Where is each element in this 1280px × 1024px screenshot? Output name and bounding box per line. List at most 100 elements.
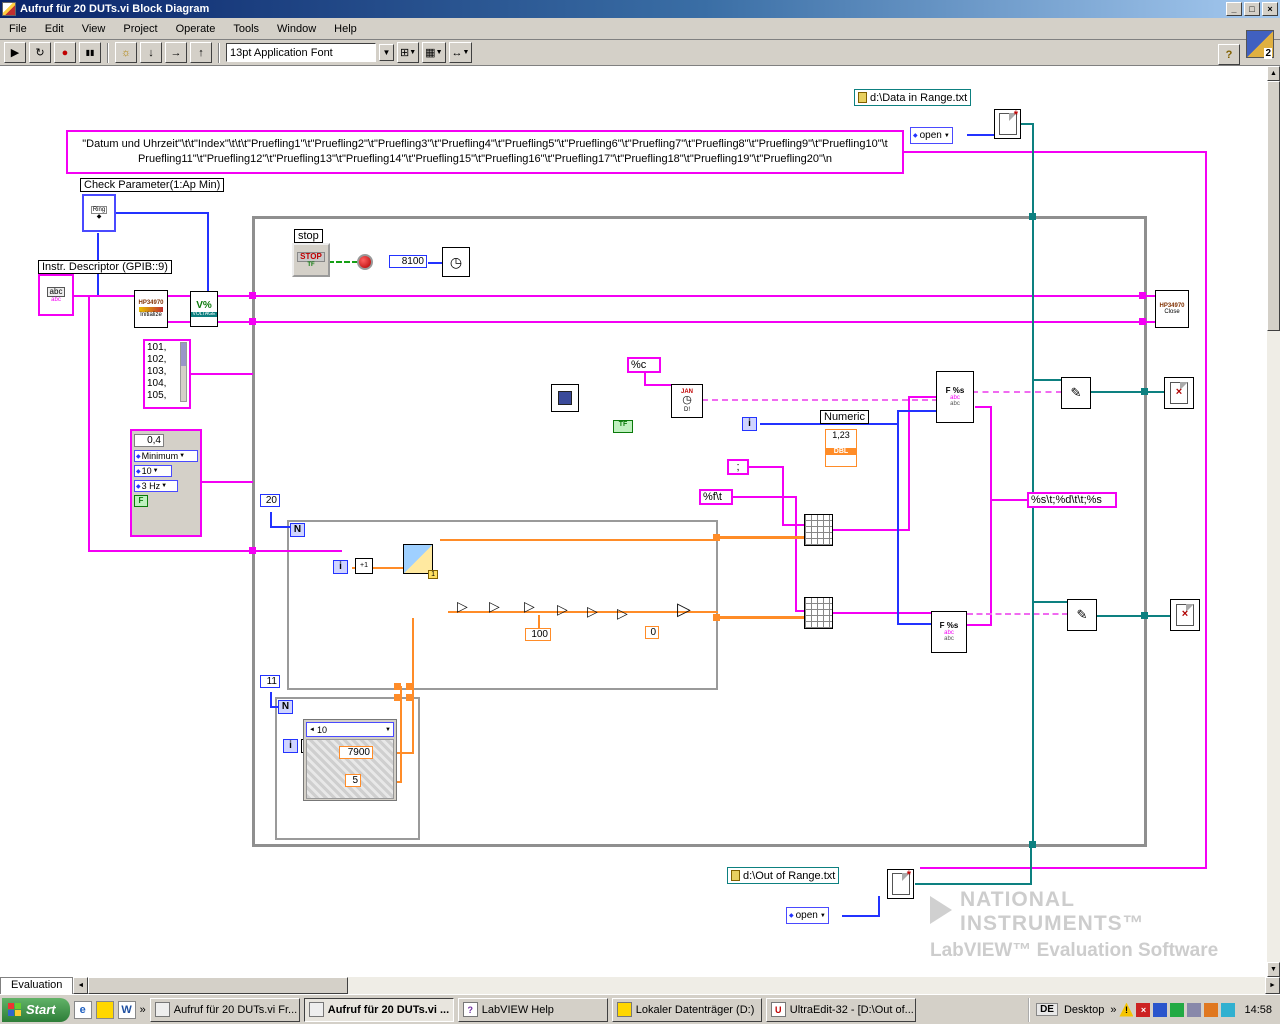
- tray-warning-icon[interactable]: !: [1119, 1002, 1134, 1017]
- hp34970-initialize-node[interactable]: HP34970 Initialize: [134, 290, 168, 328]
- left-arrow-icon[interactable]: ◄: [309, 727, 315, 733]
- hscroll-thumb[interactable]: [88, 977, 349, 994]
- numeric-dbl-constant[interactable]: 1,23 DBL: [825, 429, 857, 467]
- close-file-node[interactable]: ×: [1164, 377, 1194, 409]
- quicklaunch-chevron-icon[interactable]: »: [140, 1004, 146, 1016]
- resize-objects-button[interactable]: ↔ ▼: [448, 42, 473, 63]
- scroll-up-button[interactable]: ▲: [1267, 66, 1280, 81]
- rate-ring[interactable]: ◆ 3 Hz ▼: [134, 480, 178, 492]
- open-create-file-node[interactable]: *: [994, 109, 1021, 139]
- tray-cyan-icon[interactable]: [1221, 1002, 1236, 1017]
- task-labview-help[interactable]: ? LabVIEW Help: [457, 997, 608, 1022]
- pause-button[interactable]: ▮▮: [79, 42, 101, 63]
- menu-project[interactable]: Project: [114, 21, 166, 37]
- constant-0[interactable]: 0: [645, 626, 659, 639]
- menu-tools[interactable]: Tools: [224, 21, 268, 37]
- highlight-execution-button[interactable]: ☼: [115, 42, 137, 63]
- header-string-constant[interactable]: "Datum und Uhrzeit"\t\t"Index"\t\t\t"Pru…: [66, 130, 904, 174]
- constant-100[interactable]: 100: [525, 628, 551, 641]
- scroll-thumb[interactable]: [1267, 81, 1280, 331]
- array-constant[interactable]: ◄ 10 ▼ 7900 5: [303, 719, 397, 801]
- ring-control[interactable]: Ring ◆: [82, 194, 116, 232]
- run-continuous-button[interactable]: ↻: [29, 42, 51, 63]
- wait-timer-node[interactable]: ◷: [442, 247, 470, 277]
- font-selector[interactable]: 13pt Application Font: [226, 43, 376, 62]
- compare-node[interactable]: ▷: [617, 606, 628, 620]
- nplc-ring[interactable]: ◆ 10 ▼: [134, 465, 172, 477]
- clock[interactable]: 14:58: [1244, 1004, 1272, 1016]
- minimize-button[interactable]: _: [1226, 2, 1242, 16]
- loop2-count-constant[interactable]: 11: [260, 675, 280, 688]
- scan-config-cluster[interactable]: 0,4 ◆ Minimum ▼ ◆ 10 ▼ ◆ 3 Hz ▼ F: [130, 429, 202, 537]
- tray-orange-icon[interactable]: [1204, 1002, 1219, 1017]
- wait-ms-constant[interactable]: 8100: [389, 255, 427, 268]
- scroll-left-button[interactable]: ◄: [73, 977, 89, 994]
- menu-window[interactable]: Window: [268, 21, 325, 37]
- tf-constant[interactable]: TF: [613, 420, 633, 433]
- multiply-node[interactable]: ▷: [457, 599, 468, 613]
- channel-list-constant[interactable]: 101, 102, 103, 104, 105,: [143, 339, 191, 409]
- write-file-node[interactable]: ✎: [1061, 377, 1091, 409]
- desktop-toolbar-label[interactable]: Desktop: [1064, 1004, 1104, 1016]
- format-s-constant[interactable]: %s\t;%d\t\t;%s: [1027, 492, 1117, 508]
- cluster-value[interactable]: 0,4: [134, 434, 164, 447]
- hp34970-config-voltage-node[interactable]: V% VOLTAGE: [190, 291, 218, 327]
- write-file-node[interactable]: ✎: [1067, 599, 1097, 631]
- increment-node[interactable]: +1: [355, 558, 373, 574]
- task-ultraedit[interactable]: U UltraEdit-32 - [D:\Out of...: [765, 997, 916, 1022]
- channel-list-scrollbar[interactable]: [180, 342, 187, 402]
- picture-node[interactable]: 1: [403, 544, 438, 579]
- open-mode-ring[interactable]: ◆ open ▼: [786, 907, 829, 924]
- tray-monitor-icon[interactable]: [1187, 1002, 1202, 1017]
- block-diagram[interactable]: "Datum und Uhrzeit"\t\t"Index"\t\t\t"Pru…: [0, 66, 1267, 977]
- round-node[interactable]: ▷: [557, 602, 568, 616]
- array-to-spreadsheet-node[interactable]: [804, 597, 833, 629]
- quicklaunch-folder-icon[interactable]: [95, 1000, 114, 1019]
- menu-help[interactable]: Help: [325, 21, 366, 37]
- array-to-spreadsheet-node[interactable]: [804, 514, 833, 546]
- scroll-right-button[interactable]: ►: [1265, 977, 1280, 994]
- file-dialog-node[interactable]: [551, 384, 579, 412]
- font-selector-arrow[interactable]: ▼: [379, 44, 394, 61]
- step-into-button[interactable]: ↓: [140, 42, 162, 63]
- close-button[interactable]: ×: [1262, 2, 1278, 16]
- format-datetime-node[interactable]: JAN ◷ D!: [671, 384, 703, 418]
- desktop-chevron-icon[interactable]: »: [1110, 1004, 1116, 1016]
- out-of-range-path[interactable]: d:\Out of Range.txt: [727, 867, 840, 884]
- tab-evaluation[interactable]: Evaluation: [0, 977, 74, 994]
- divide-node[interactable]: ▷: [489, 599, 500, 613]
- open-mode-ring[interactable]: ◆ open ▼: [910, 127, 953, 144]
- task-aufruf-frontpanel[interactable]: Aufruf für 20 DUTs.vi Fr...: [149, 997, 300, 1022]
- close-file-node[interactable]: ×: [1170, 599, 1200, 631]
- menu-view[interactable]: View: [73, 21, 115, 37]
- menu-file[interactable]: File: [0, 21, 36, 37]
- step-out-button[interactable]: ↑: [190, 42, 212, 63]
- run-button[interactable]: ▶: [4, 42, 26, 63]
- tray-blue-icon[interactable]: [1153, 1002, 1168, 1017]
- format-into-string-node[interactable]: F %s abc abc: [936, 371, 974, 423]
- greater-node[interactable]: ▷: [587, 604, 598, 618]
- scroll-down-button[interactable]: ▼: [1267, 962, 1280, 977]
- start-button[interactable]: Start: [2, 997, 70, 1022]
- step-over-button[interactable]: →: [165, 42, 187, 63]
- tray-red-icon[interactable]: ×: [1136, 1002, 1151, 1017]
- hp34970-close-node[interactable]: HP34970 Close: [1155, 290, 1189, 328]
- format-into-string-node[interactable]: F %s abc abc: [931, 611, 967, 653]
- array-value-7900[interactable]: 7900: [339, 746, 373, 759]
- semicolon-constant[interactable]: ;: [727, 459, 749, 475]
- format-f-constant[interactable]: %f\t: [699, 489, 733, 505]
- for-loop-1[interactable]: [287, 520, 718, 690]
- hscroll-track[interactable]: [88, 977, 1265, 994]
- array-value-5[interactable]: 5: [345, 774, 361, 787]
- multiply-node[interactable]: ▷: [524, 599, 535, 613]
- menu-operate[interactable]: Operate: [167, 21, 225, 37]
- open-create-file-node[interactable]: *: [887, 869, 914, 899]
- distribute-objects-button[interactable]: ▦ ▼: [422, 42, 446, 63]
- tray-green-icon[interactable]: [1170, 1002, 1185, 1017]
- select-node[interactable]: ▷: [677, 600, 691, 618]
- loop1-count-constant[interactable]: 20: [260, 494, 280, 507]
- mode-ring[interactable]: ◆ Minimum ▼: [134, 450, 198, 462]
- dropdown-arrow-icon[interactable]: ▼: [385, 727, 391, 733]
- context-help-button[interactable]: ?: [1218, 44, 1240, 65]
- language-indicator[interactable]: DE: [1036, 1003, 1058, 1016]
